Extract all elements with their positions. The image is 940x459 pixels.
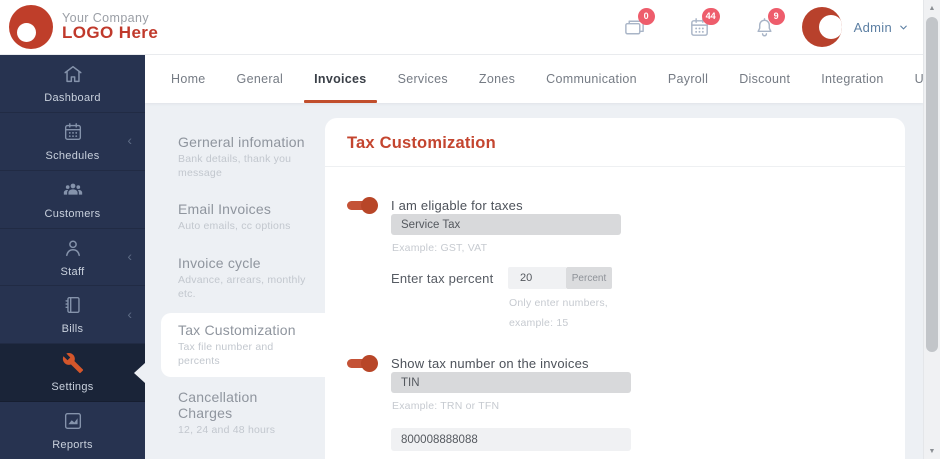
admin-menu[interactable]: Admin <box>854 20 909 35</box>
tax-eligible-group: I am eligable for taxes Example: GST, VA… <box>347 197 885 329</box>
scroll-down-arrow-icon[interactable]: ▼ <box>924 443 940 459</box>
settings-nav-invoice-cycle[interactable]: Invoice cycle Advance, arrears, monthly e… <box>145 246 325 310</box>
settings-nav-title: Email Invoices <box>178 201 272 218</box>
notifications-badge: 9 <box>767 7 785 25</box>
reports-icon <box>62 410 84 432</box>
tax-name-input[interactable] <box>391 214 621 235</box>
main-sidebar: Dashboard Schedules ‹ Customers Staff ‹ Bills ‹… <box>0 55 145 459</box>
tax-number-toggle[interactable] <box>347 355 378 372</box>
header-actions: 0 44 9 <box>581 7 785 39</box>
settings-tabbar: Home General Invoices Services Zones Communic… <box>145 55 940 103</box>
avatar[interactable] <box>801 7 842 47</box>
settings-nav-tax-customization[interactable]: Tax Customization Tax file number and per… <box>161 313 325 378</box>
settings-nav-subtitle: Advance, arrears, monthly etc. <box>178 273 306 300</box>
sidebar-item-label: Schedules <box>45 149 100 162</box>
settings-nav-title: Gerneral infomation <box>178 134 305 150</box>
tab-payroll[interactable]: Payroll <box>666 55 710 103</box>
wrench-icon <box>62 352 84 374</box>
settings-nav-title: Invoice cycle <box>178 254 261 271</box>
tax-type-input[interactable] <box>391 372 631 393</box>
sidebar-item-label: Settings <box>51 381 94 394</box>
chevron-left-icon: ‹ <box>127 306 132 323</box>
main-area: Home General Invoices Services Zones Communic… <box>145 55 940 459</box>
tab-discount[interactable]: Discount <box>737 55 792 103</box>
settings-nav-subtitle: Tax file number and percents <box>178 341 274 367</box>
top-header: Your Company LOGO Here 0 44 9 Admin <box>0 0 923 55</box>
chevron-left-icon: ‹ <box>127 248 132 265</box>
tab-integration[interactable]: Integration <box>819 55 885 103</box>
logo-mark-icon <box>9 5 53 49</box>
tab-invoices[interactable]: Invoices <box>304 55 378 103</box>
sidebar-item-label: Staff <box>60 265 85 278</box>
tab-communication[interactable]: Communication <box>544 55 639 103</box>
staff-icon <box>62 237 84 259</box>
chevron-left-icon: ‹ <box>127 132 132 149</box>
schedule-alerts-button[interactable]: 44 <box>688 7 720 39</box>
tax-eligible-toggle[interactable] <box>347 197 378 214</box>
sidebar-item-staff[interactable]: Staff ‹ <box>0 229 145 287</box>
home-icon <box>62 63 84 85</box>
messages-badge: 0 <box>637 7 655 25</box>
sidebar-item-reports[interactable]: Reports <box>0 402 145 459</box>
tab-general[interactable]: General <box>235 55 286 103</box>
company-logo[interactable]: Your Company LOGO Here <box>0 5 158 49</box>
tax-percent-input[interactable] <box>508 267 566 289</box>
tax-number-group: Show tax number on the invoices Example:… <box>347 355 885 459</box>
sidebar-item-label: Dashboard <box>44 91 101 104</box>
content-area: Gerneral infomation Bank details, thank y… <box>145 103 923 459</box>
sidebar-item-label: Bills <box>61 323 84 336</box>
percent-hint-line1: Only enter numbers, <box>509 297 608 309</box>
settings-nav-title: Tax Customization <box>178 322 296 339</box>
chevron-down-icon <box>898 22 909 33</box>
sidebar-item-label: Reports <box>52 439 93 452</box>
settings-nav-email-invoices[interactable]: Email Invoices Auto emails, cc options <box>145 192 325 243</box>
tax-eligible-label: I am eligable for taxes <box>391 198 523 213</box>
tab-home[interactable]: Home <box>169 55 208 103</box>
sidebar-item-label: Customers <box>44 207 101 220</box>
notifications-button[interactable]: 9 <box>753 7 785 39</box>
tab-services[interactable]: Services <box>396 55 450 103</box>
app-root: Your Company LOGO Here 0 44 9 Admin Dashbo… <box>0 0 940 459</box>
settings-nav-subtitle: Auto emails, cc options <box>178 220 291 233</box>
settings-nav-subtitle: 12, 24 and 48 hours <box>178 424 276 437</box>
active-item-notch <box>134 362 145 383</box>
settings-nav-gerneral-infomation[interactable]: Gerneral infomation Bank details, thank y… <box>145 125 325 189</box>
settings-nav-cancellation-charges[interactable]: Cancellation Charges 12, 24 and 48 hours <box>145 380 325 447</box>
customers-icon <box>62 179 84 201</box>
sidebar-item-customers[interactable]: Customers <box>0 171 145 229</box>
bills-icon <box>62 294 84 316</box>
percent-button[interactable]: Percent <box>566 267 612 289</box>
sidebar-item-schedules[interactable]: Schedules ‹ <box>0 113 145 171</box>
tax-name-hint: Example: GST, VAT <box>392 242 488 254</box>
tax-percent-label: Enter tax percent <box>391 271 494 286</box>
tab-zones[interactable]: Zones <box>477 55 517 103</box>
tax-number-label: Show tax number on the invoices <box>391 356 589 371</box>
page-title: Tax Customization <box>347 134 496 152</box>
tax-type-hint: Example: TRN or TFN <box>392 400 500 412</box>
admin-label: Admin <box>853 19 892 35</box>
logo-line2: LOGO Here <box>62 23 159 42</box>
sidebar-item-dashboard[interactable]: Dashboard <box>0 55 145 113</box>
scroll-up-arrow-icon[interactable]: ▲ <box>924 0 940 16</box>
percent-hint-line2: example: 15 <box>509 317 569 329</box>
sidebar-item-bills[interactable]: Bills ‹ <box>0 286 145 345</box>
schedule-alerts-badge: 44 <box>701 7 720 25</box>
settings-nav-title: Cancellation Charges <box>178 389 258 422</box>
scrollbar[interactable]: ▲ ▼ <box>923 0 940 459</box>
sidebar-item-settings[interactable]: Settings <box>0 344 145 403</box>
messages-button[interactable]: 0 <box>623 7 655 39</box>
scrollbar-thumb[interactable] <box>926 17 938 352</box>
tax-customization-panel: Tax Customization I am eligable for taxe… <box>325 118 905 459</box>
settings-nav-subtitle: Bank details, thank you message <box>178 153 292 179</box>
calendar-icon <box>62 121 84 143</box>
tax-number-input[interactable] <box>391 428 631 451</box>
settings-subnav: Gerneral infomation Bank details, thank y… <box>145 103 325 459</box>
